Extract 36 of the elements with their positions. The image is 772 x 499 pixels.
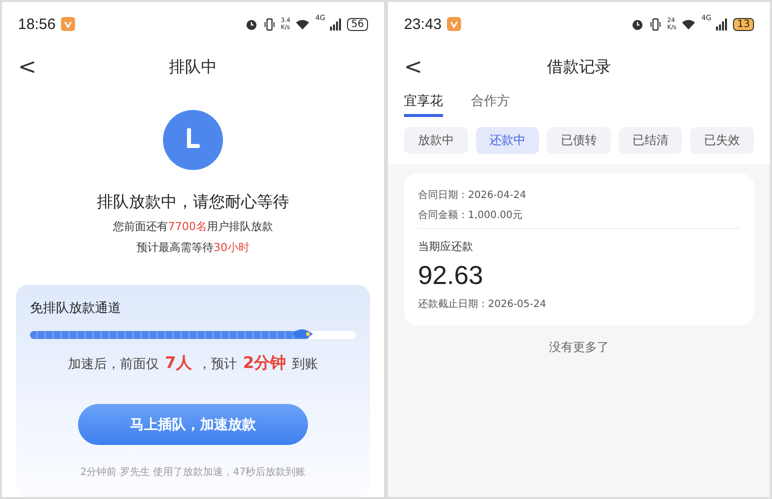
filter-chip[interactable]: 还款中 bbox=[476, 127, 540, 154]
vibrate-icon bbox=[649, 18, 662, 30]
queue-info: 预计最高需等待30小时 bbox=[136, 240, 250, 255]
page-title: 借款记录 bbox=[546, 56, 612, 78]
speedup-summary: 加速后，前面仅 7人 ，预计 2分钟 到账 bbox=[66, 353, 320, 374]
vibrate-icon bbox=[262, 18, 276, 30]
page-title: 排队中 bbox=[168, 56, 218, 78]
filter-chip[interactable]: 已失效 bbox=[690, 127, 754, 154]
record-card[interactable]: 合同日期：2026-04-24 合同金额：1,000.00元 当期应还款 92.63 还款截止日期：2026-05-24 bbox=[404, 174, 754, 325]
end-of-list: 没有更多了 bbox=[388, 339, 770, 356]
status-time: 23:43 bbox=[404, 16, 442, 32]
recent-activity: 2分钟前 罗先生 使用了放款加速，47秒后放款到账 bbox=[79, 466, 307, 479]
wifi-icon bbox=[681, 18, 696, 30]
battery-level: 13 bbox=[733, 18, 754, 30]
wifi-icon bbox=[295, 18, 310, 30]
clock-icon bbox=[163, 110, 223, 170]
due-amount: 92.63 bbox=[418, 260, 484, 291]
queue-info: 您前面还有7700名用户排队放款 bbox=[112, 219, 274, 234]
signal-icon bbox=[716, 18, 728, 30]
signal-icon bbox=[330, 18, 342, 30]
tab[interactable]: 合作方 bbox=[471, 92, 510, 117]
filter-chip[interactable]: 已债转 bbox=[547, 127, 611, 154]
due-date: 还款截止日期：2026-05-24 bbox=[418, 298, 548, 311]
alarm-icon bbox=[631, 18, 644, 30]
status-time: 18:56 bbox=[18, 16, 56, 32]
back-button[interactable]: < bbox=[18, 54, 48, 80]
contract-amount: 合同金额：1,000.00元 bbox=[418, 208, 524, 222]
due-label: 当期应还款 bbox=[418, 239, 474, 254]
card-title: 免排队放款通道 bbox=[30, 300, 122, 317]
queue-heading: 排队放款中，请您耐心等待 bbox=[96, 192, 290, 213]
filter-chip[interactable]: 放款中 bbox=[404, 127, 468, 154]
alarm-icon bbox=[244, 18, 258, 30]
filter-chip[interactable]: 已结清 bbox=[618, 127, 682, 154]
back-button[interactable]: < bbox=[404, 54, 434, 80]
contract-date: 合同日期：2026-04-24 bbox=[418, 188, 528, 202]
battery-level: 56 bbox=[347, 18, 368, 30]
